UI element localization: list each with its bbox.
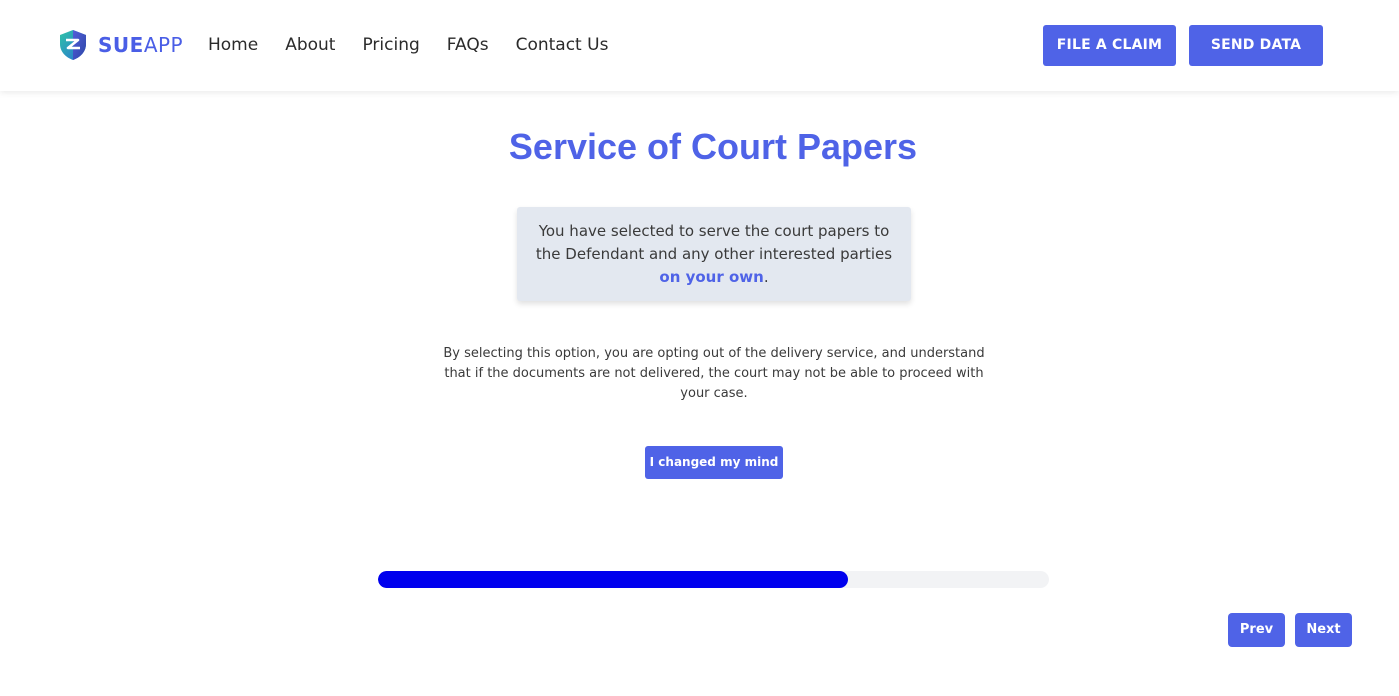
file-a-claim-button[interactable]: FILE A CLAIM bbox=[1043, 25, 1176, 66]
selection-info-box: You have selected to serve the court pap… bbox=[517, 207, 911, 301]
shield-icon bbox=[60, 30, 86, 60]
nav-faqs[interactable]: FAQs bbox=[447, 33, 489, 57]
brand-name: SUEAPP bbox=[98, 29, 183, 61]
next-button[interactable]: Next bbox=[1295, 613, 1352, 647]
send-data-button[interactable]: SEND DATA bbox=[1189, 25, 1323, 66]
nav-contact-us[interactable]: Contact Us bbox=[516, 33, 609, 57]
info-text: You have selected to serve the court pap… bbox=[535, 222, 893, 263]
nav-pricing[interactable]: Pricing bbox=[362, 33, 419, 57]
prev-button[interactable]: Prev bbox=[1228, 613, 1285, 647]
info-suffix: . bbox=[763, 268, 769, 286]
opt-out-description: By selecting this option, you are opting… bbox=[443, 346, 985, 401]
progress-bar bbox=[378, 571, 1049, 588]
info-highlight: on your own bbox=[659, 268, 764, 286]
brand-logo[interactable]: SUEAPP bbox=[58, 29, 183, 61]
nav-home[interactable]: Home bbox=[208, 33, 258, 57]
changed-my-mind-button[interactable]: I changed my mind bbox=[645, 446, 783, 479]
site-header: SUEAPP Home About Pricing FAQs Contact U… bbox=[0, 0, 1399, 91]
progress-bar-fill bbox=[378, 571, 848, 588]
nav-about[interactable]: About bbox=[285, 33, 335, 57]
page-title: Service of Court Papers bbox=[508, 126, 918, 167]
brand-name-light: APP bbox=[143, 33, 184, 57]
main-nav: Home About Pricing FAQs Contact Us bbox=[208, 33, 635, 57]
brand-name-bold: SUE bbox=[98, 33, 144, 57]
